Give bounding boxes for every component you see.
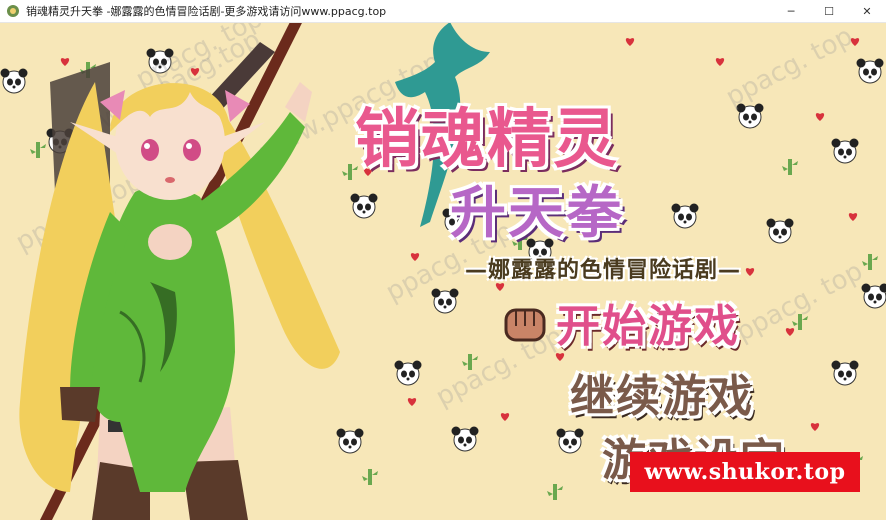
game-logo: 销魂精灵 升天拳 —娜露露的色情冒险话剧— xyxy=(330,40,750,290)
close-button[interactable]: ✕ xyxy=(848,0,886,22)
window-title: 销魂精灵升天拳 -娜露露的色情冒险话剧-更多游戏请访问www.ppacg.top xyxy=(26,5,387,18)
app-icon xyxy=(7,5,19,17)
watermark-banner: www.shukor.top xyxy=(630,452,860,492)
title-screen: www.ppacg.top www.ppacg.top ppacg. top p… xyxy=(0,22,886,520)
elf-character-illustration xyxy=(19,22,340,520)
banner-text: www.shukor.top xyxy=(644,459,846,485)
game-subtitle: —娜露露的色情冒险话剧— xyxy=(465,258,742,283)
title-bar: 销魂精灵升天拳 -娜露露的色情冒险话剧-更多游戏请访问www.ppacg.top… xyxy=(0,0,886,23)
game-window: 销魂精灵升天拳 -娜露露的色情冒险话剧-更多游戏请访问www.ppacg.top… xyxy=(0,0,886,520)
maximize-button[interactable]: ☐ xyxy=(810,0,848,22)
fist-icon xyxy=(504,308,546,342)
game-title-sub: 升天拳 xyxy=(450,181,624,246)
continue-game-button[interactable]: 继续游戏 xyxy=(570,360,754,424)
minimize-button[interactable]: ─ xyxy=(772,0,810,22)
game-title-main: 销魂精灵 xyxy=(355,103,619,177)
start-game-button[interactable]: 开始游戏 xyxy=(556,290,740,354)
